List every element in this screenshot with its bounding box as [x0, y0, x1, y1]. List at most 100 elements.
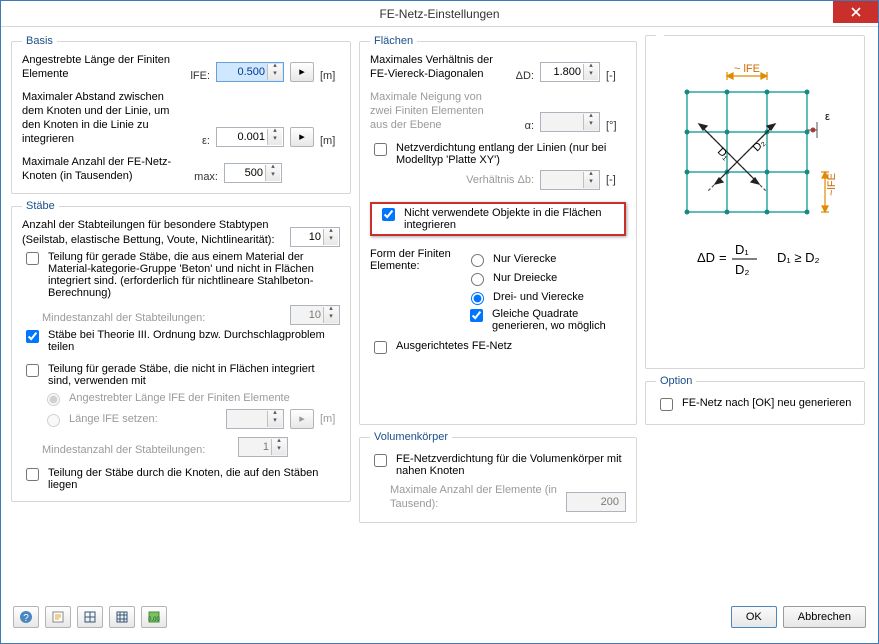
input-verh [540, 170, 600, 190]
label-count: Anzahl der Stabteilungen für besondere S… [22, 218, 284, 247]
sym-max: max: [188, 171, 218, 183]
input-vol-max [566, 492, 626, 512]
window-title: FE-Netz-Einstellungen [379, 7, 499, 21]
chk-regen[interactable] [660, 398, 673, 411]
formula-d2-bot: D₂ [735, 262, 749, 277]
group-volumen: Volumenkörper FE-Netzverdichtung für die… [359, 431, 637, 523]
legend-staebe: Stäbe [22, 200, 59, 212]
sym-alpha: α: [504, 120, 534, 132]
chk-verdicht[interactable] [374, 143, 387, 156]
unit-setzen: [m] [320, 413, 340, 425]
label-chk-regen: FE-Netz nach [OK] neu generieren [682, 397, 851, 409]
group-diagram: ~ lFE [645, 35, 865, 369]
unit-eps: [m] [320, 135, 340, 147]
label-diag: Maximales Verhältnis der FE-Viereck-Diag… [370, 53, 498, 82]
input-min [290, 305, 340, 325]
chk-vol-verd[interactable] [374, 454, 387, 467]
close-button[interactable] [833, 1, 878, 23]
diag-lfe-top: ~ lFE [734, 63, 760, 75]
chk-integrate[interactable] [382, 208, 395, 221]
stepper-lfe[interactable]: ▸ [290, 62, 314, 82]
legend-volumen: Volumenkörper [370, 431, 452, 443]
calc-icon[interactable]: 0.00 [141, 606, 167, 628]
group-option: Option FE-Netz nach [OK] neu generieren [645, 375, 865, 425]
radio-drei[interactable] [471, 273, 484, 286]
legend-option: Option [656, 375, 696, 387]
radio-angestr [47, 393, 60, 406]
label-min: Mindestanzahl der Stabteilungen: [42, 311, 284, 325]
label-chk-knoten: Teilung der Stäbe durch die Knoten, die … [48, 467, 340, 491]
formula-cond: D₁ ≥ D₂ [777, 250, 820, 265]
grid1-icon[interactable] [77, 606, 103, 628]
group-basis: Basis Angestrebte Länge der Finiten Elem… [11, 35, 351, 194]
diag-eps: ε [825, 111, 830, 123]
chk-beton[interactable] [26, 252, 39, 265]
chk-ausger[interactable] [374, 341, 387, 354]
input-lfe[interactable] [216, 62, 284, 82]
titlebar: FE-Netz-Einstellungen [1, 1, 878, 27]
formula-delta: ΔD [697, 250, 715, 265]
label-chk-ausger: Ausgerichtetes FE-Netz [396, 340, 512, 352]
unit-diag: [-] [606, 70, 626, 82]
chk-knoten[interactable] [26, 468, 39, 481]
label-chk-beton: Teilung für gerade Stäbe, die aus einem … [48, 251, 340, 299]
radio-dreivier[interactable] [471, 292, 484, 305]
sym-lfe: lFE: [180, 70, 210, 82]
label-radio-drei: Nur Dreiecke [493, 272, 557, 284]
sym-diag: ΔD: [504, 70, 534, 82]
label-chk-integrate: Nicht verwendete Objekte in die Flächen … [404, 207, 618, 231]
input-diag[interactable] [540, 62, 600, 82]
label-len: Angestrebte Länge der Finiten Elemente [22, 53, 174, 82]
cancel-button[interactable]: Abbrechen [783, 606, 866, 628]
diag-d1: D₁ [715, 146, 732, 163]
unit-verh: [-] [606, 174, 626, 186]
legend-flaechen: Flächen [370, 35, 417, 47]
label-chk-notint: Teilung für gerade Stäbe, die nicht in F… [48, 363, 340, 387]
label-chk-theorie: Stäbe bei Theorie III. Ordnung bzw. Durc… [48, 329, 340, 353]
label-chk-verdicht: Netzverdichtung entlang der Linien (nur … [396, 142, 626, 166]
radio-setzen [47, 414, 60, 427]
label-radio-setzen: Länge lFE setzen: [69, 413, 220, 425]
diag-lfe-right: ~lFE [826, 173, 838, 196]
input-min2 [238, 437, 288, 457]
legend-basis: Basis [22, 35, 57, 47]
help-icon[interactable]: ? [13, 606, 39, 628]
label-chk-quad: Gleiche Quadrate generieren, wo möglich [492, 308, 626, 332]
highlight-integrate: Nicht verwendete Objekte in die Flächen … [370, 202, 626, 236]
input-count[interactable] [290, 227, 340, 247]
label-max: Maximale Anzahl der FE-Netz-Knoten (in T… [22, 155, 182, 184]
svg-text:0.00: 0.00 [148, 617, 160, 623]
label-form: Form der Finiten Elemente: [370, 248, 460, 272]
grid2-icon[interactable] [109, 606, 135, 628]
stepper-setzen: ▸ [290, 409, 314, 429]
input-eps[interactable] [216, 127, 284, 147]
label-neigung: Maximale Neigung von zwei Finiten Elemen… [370, 90, 498, 133]
group-staebe: Stäbe Anzahl der Stabteilungen für beson… [11, 200, 351, 502]
label-dist: Maximaler Abstand zwischen dem Knoten un… [22, 90, 174, 147]
label-chk-vol-verd: FE-Netzverdichtung für die Volumenkörper… [396, 453, 626, 477]
label-radio-angestr: Angestrebter Länge lFE der Finiten Eleme… [69, 392, 290, 404]
group-flaechen: Flächen Maximales Verhältnis der FE-Vier… [359, 35, 637, 425]
svg-text:=: = [719, 250, 727, 265]
diag-d2: D₂ [751, 137, 768, 154]
input-max[interactable] [224, 163, 282, 183]
chk-notint[interactable] [26, 364, 39, 377]
label-vol-max: Maximale Anzahl der Elemente (in Tausend… [390, 483, 560, 512]
label-min2: Mindestanzahl der Stabteilungen: [42, 443, 232, 457]
note-icon[interactable] [45, 606, 71, 628]
label-radio-dreivier: Drei- und Vierecke [493, 291, 584, 303]
input-alpha [540, 112, 600, 132]
ok-button[interactable]: OK [731, 606, 777, 628]
sym-eps: ε: [180, 135, 210, 147]
chk-quad[interactable] [470, 309, 483, 322]
label-radio-vier: Nur Vierecke [493, 253, 556, 265]
label-verh: Verhältnis Δb: [406, 173, 534, 187]
unit-alpha: [°] [606, 120, 626, 132]
chk-theorie[interactable] [26, 330, 39, 343]
unit-lfe: [m] [320, 70, 340, 82]
svg-text:?: ? [23, 613, 29, 624]
input-setzen [226, 409, 284, 429]
radio-vier[interactable] [471, 254, 484, 267]
mesh-diagram: ~ lFE [656, 42, 854, 312]
stepper-eps[interactable]: ▸ [290, 127, 314, 147]
